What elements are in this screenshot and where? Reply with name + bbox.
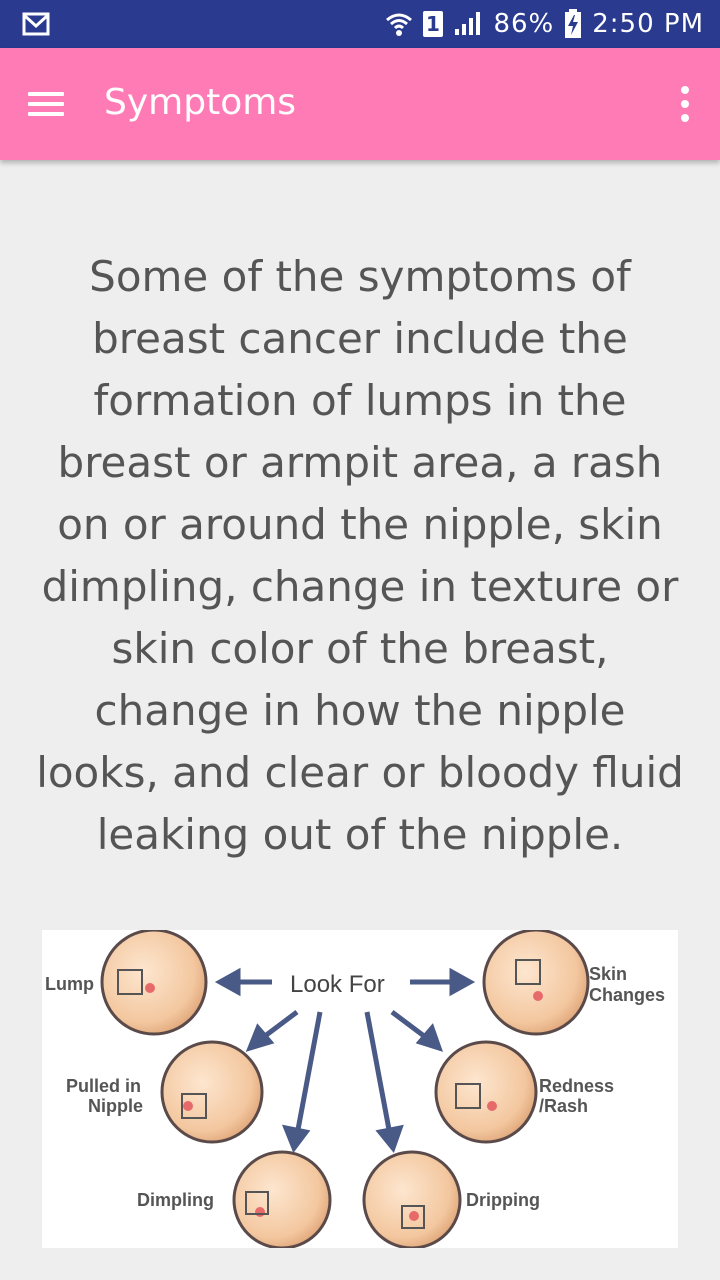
redness-label-2: /Rash bbox=[539, 1096, 588, 1116]
arrows bbox=[214, 967, 476, 1154]
dimpling-label: Dimpling bbox=[137, 1190, 214, 1210]
sim-indicator: 1 bbox=[423, 11, 444, 37]
pulled-in-label-2: Nipple bbox=[88, 1096, 143, 1116]
wifi-icon bbox=[386, 13, 413, 36]
pulled-in-label-1: Pulled in bbox=[66, 1076, 141, 1096]
skin-changes-label-1: Skin bbox=[589, 964, 627, 984]
look-for-label: Look For bbox=[290, 971, 385, 998]
symptoms-text: Some of the symptoms of breast cancer in… bbox=[36, 252, 684, 859]
skin-changes-label-2: Changes bbox=[589, 985, 665, 1005]
symptoms-diagram-illustration: Look For Lump Skin Changes Pulled in Nip… bbox=[45, 928, 665, 1250]
gmail-notification-icon bbox=[22, 12, 50, 36]
lump-label: Lump bbox=[45, 974, 94, 994]
status-bar: 1 86% 2:50 PM bbox=[0, 0, 720, 48]
overflow-more-icon[interactable] bbox=[676, 84, 692, 124]
battery-percent: 86% bbox=[493, 9, 555, 39]
signal-icon bbox=[455, 12, 481, 35]
symptoms-diagram: Look For Lump Skin Changes Pulled in Nip… bbox=[42, 928, 678, 1250]
dripping-label: Dripping bbox=[466, 1190, 540, 1210]
status-indicators: 1 86% 2:50 PM bbox=[385, 0, 704, 48]
redness-label-1: Redness bbox=[539, 1076, 614, 1096]
battery-charging-icon bbox=[565, 9, 582, 38]
clock: 2:50 PM bbox=[592, 9, 704, 39]
app-toolbar: Symptoms bbox=[0, 48, 720, 160]
page-title: Symptoms bbox=[104, 82, 297, 123]
hamburger-menu-icon[interactable] bbox=[24, 88, 68, 120]
